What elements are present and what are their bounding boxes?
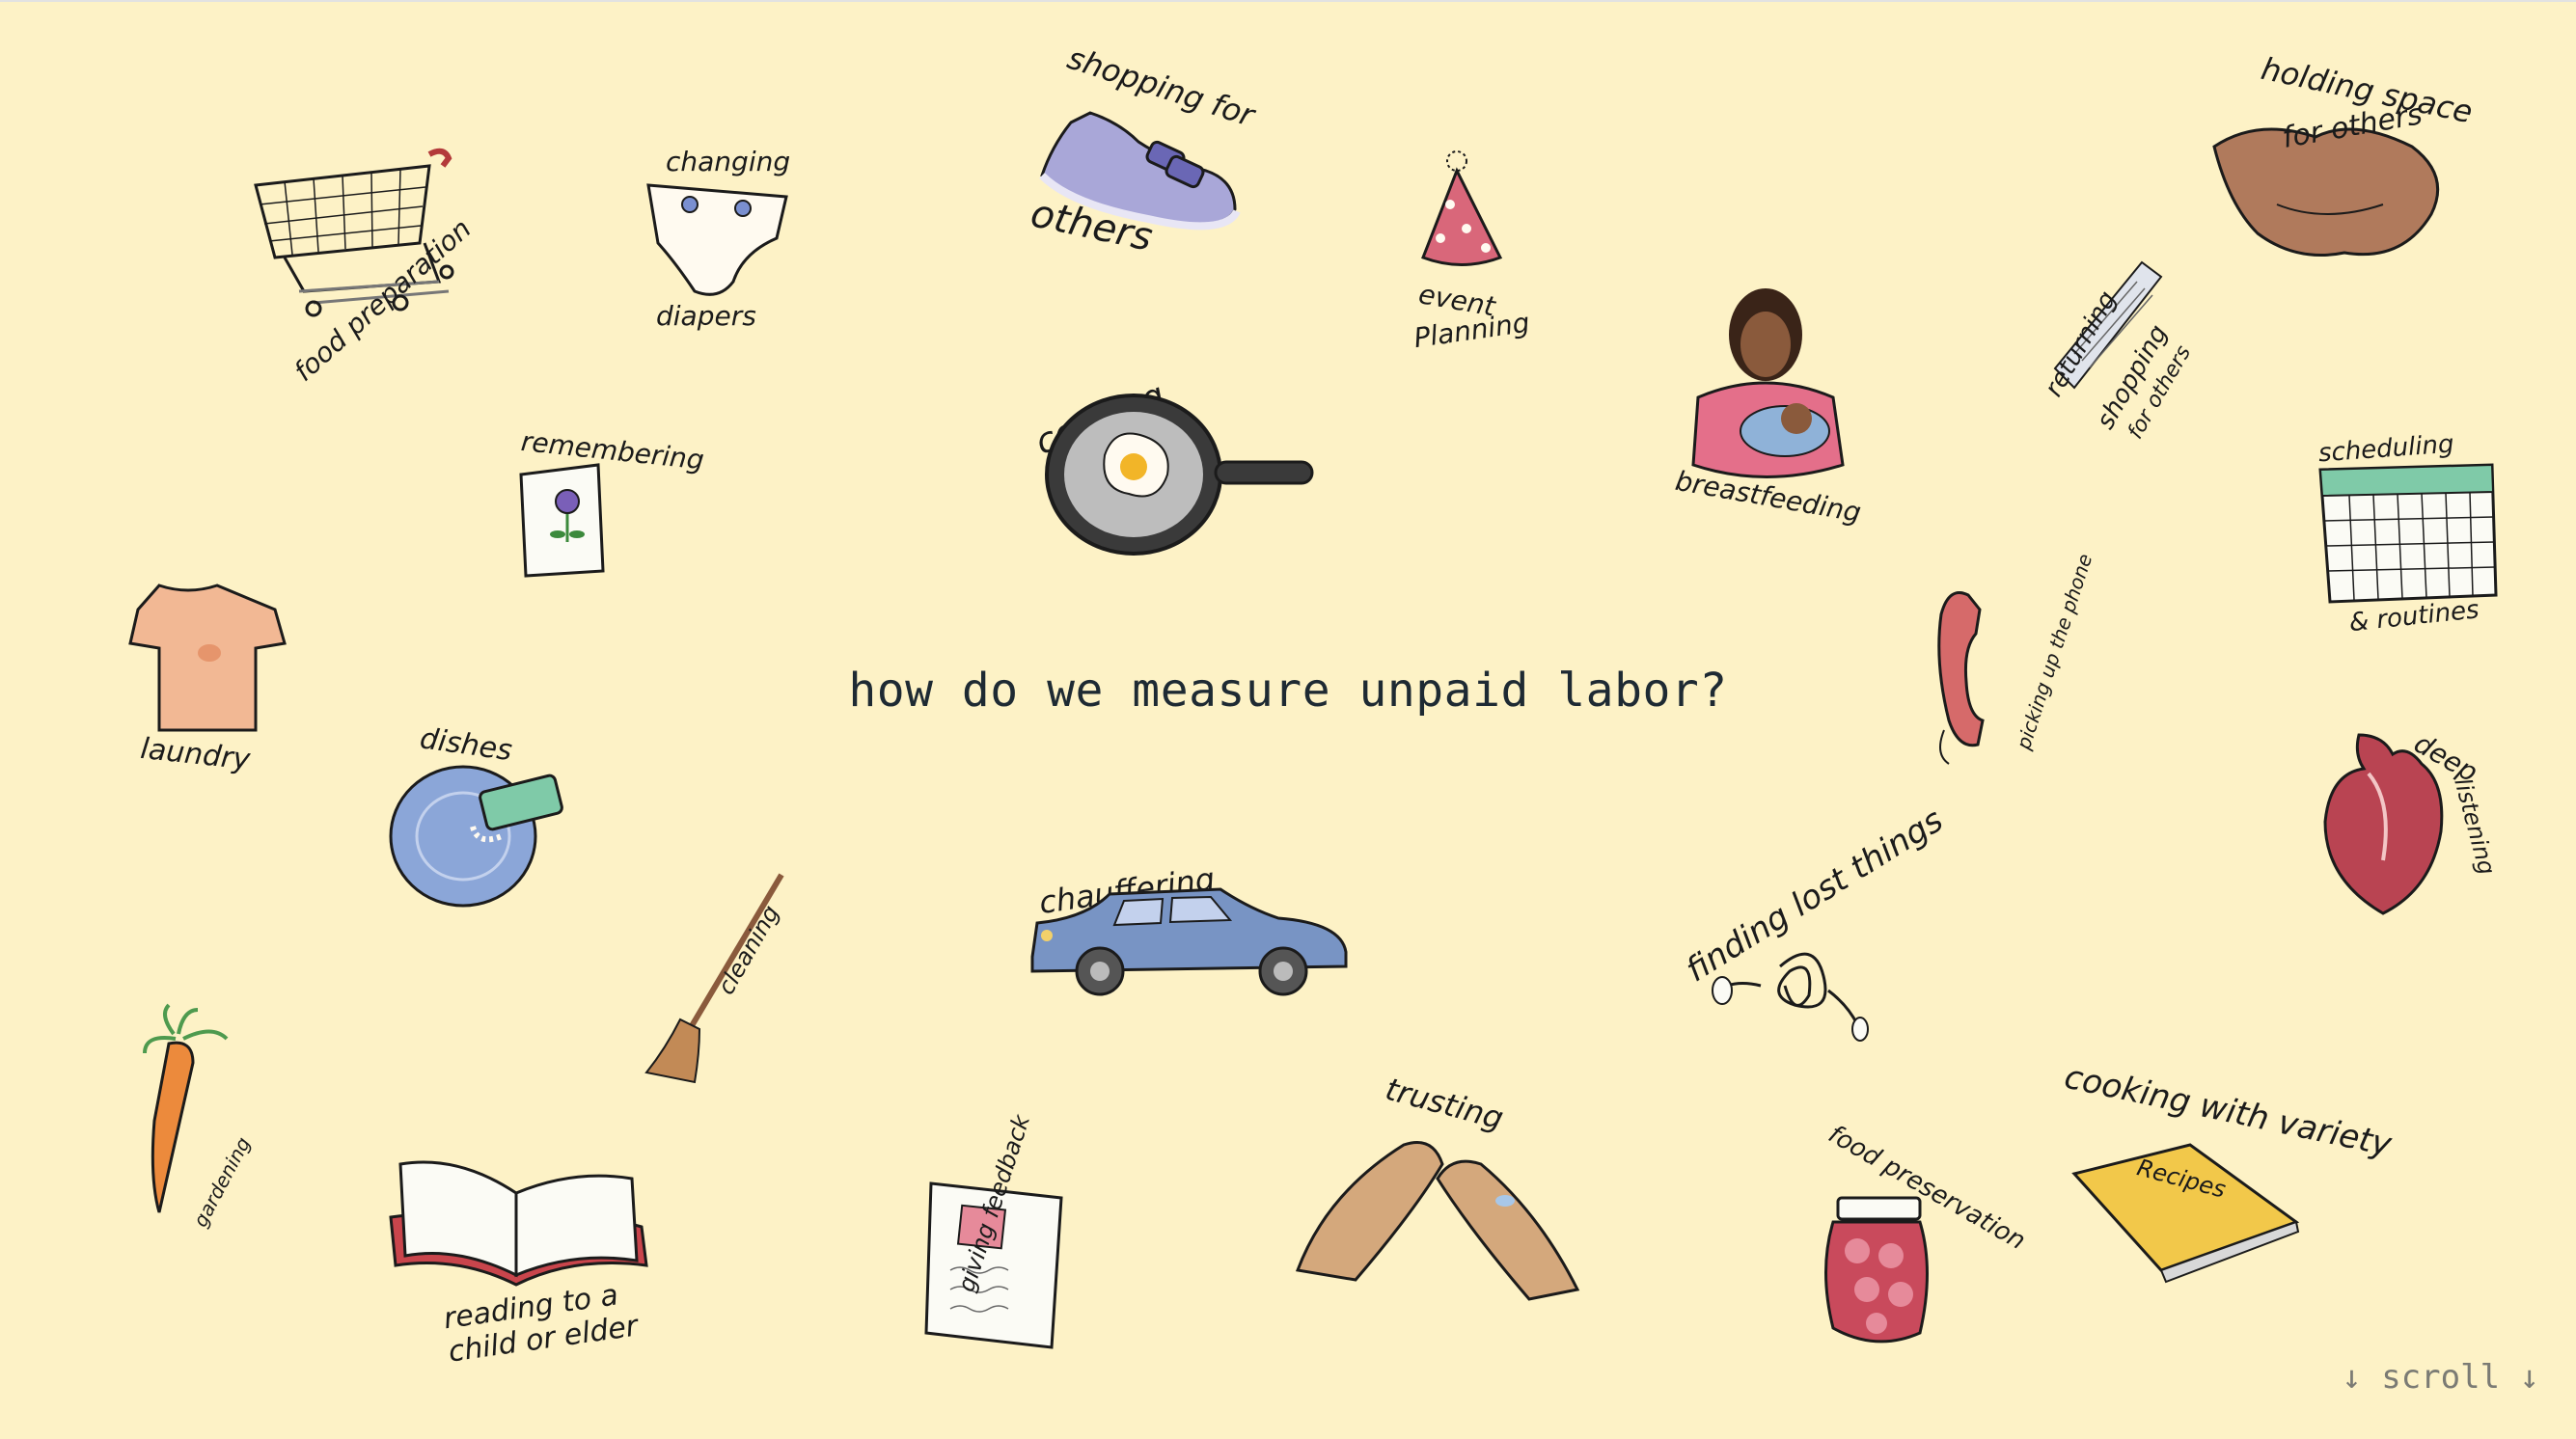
illustration-canvas: food preparation changing diapers shoppi… [0, 0, 2576, 1439]
car-icon: chauffering [1030, 860, 1348, 996]
party-hat-icon: event Planning [1411, 150, 1531, 354]
page-title: how do we measure unpaid labor? [848, 664, 1728, 718]
breastfeeding-icon: breastfeeding [1673, 288, 1863, 529]
carrot-icon: gardening [143, 1003, 255, 1231]
plate-sponge-icon: dishes [389, 721, 563, 908]
label-finding-lost-things: finding lost things [1680, 801, 1951, 990]
shoe-icon: shopping for others [1027, 40, 1260, 260]
broom-icon: cleaning [644, 873, 784, 1084]
label-laundry: laundry [139, 732, 253, 777]
label-picking-up-phone: picking up the phone [2012, 551, 2097, 753]
label-planning: Planning [1411, 307, 1531, 354]
label-cleaning: cleaning [712, 901, 784, 999]
label-changing: changing [666, 146, 790, 177]
label-diapers: diapers [656, 300, 756, 332]
label-dishes: dishes [418, 721, 514, 768]
frying-pan-icon: cooking [1030, 375, 1314, 556]
label-food-preparation: food preparation [288, 212, 477, 387]
shopping-cart-icon: food preparation [254, 148, 478, 388]
receipt-icon: returning shopping for others [2040, 260, 2196, 444]
preserve-jar-icon: food preservation [1823, 1120, 2030, 1344]
diaper-icon: changing diapers [646, 146, 790, 332]
heart-icon: deep listening [2323, 727, 2501, 915]
label-remembering: remembering [519, 425, 705, 476]
tangled-earbuds-icon: finding lost things [1680, 801, 1950, 1042]
pinky-promise-hands-icon: trusting [1295, 1071, 1580, 1301]
greeting-card-icon: remembering [519, 425, 705, 578]
label-listening: listening [2449, 775, 2501, 878]
label-cooking-with-variety: cooking with variety [2061, 1058, 2396, 1165]
label-scheduling: scheduling [2317, 430, 2454, 469]
holding-hands-icon: holding space for others [2212, 50, 2476, 257]
label-trusting: trusting [1382, 1071, 1507, 1137]
scroll-hint-button[interactable]: ↓ scroll ↓ [2342, 1358, 2539, 1397]
recipe-binder-icon: cooking with variety Recipes [2061, 1058, 2396, 1284]
label-gardening: gardening [188, 1133, 255, 1231]
open-book-icon: reading to a child or elder [389, 1160, 648, 1370]
feedback-paper-icon: giving feedback [924, 1110, 1063, 1349]
calendar-icon: scheduling & routines [2317, 430, 2498, 638]
